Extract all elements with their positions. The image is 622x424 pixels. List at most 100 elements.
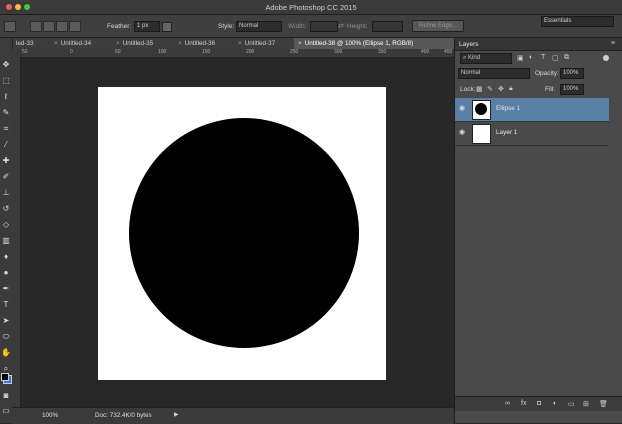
filter-toggle-icon[interactable]	[603, 55, 609, 61]
layers-panel: Layers ≡ ⌕ Kind ▣ ◐ T ▢ ⧉ Normal Opacity…	[454, 38, 622, 423]
lock-transparent-icon[interactable]: ▦	[476, 85, 483, 93]
ruler-tick: 50	[22, 49, 28, 55]
lock-all-icon[interactable]: 🔒︎	[509, 85, 513, 93]
blend-mode-select[interactable]: Normal	[458, 68, 530, 79]
tab-untitled-35[interactable]: × Untitled-35	[112, 38, 177, 49]
adjustment-layer-icon[interactable]: ◐	[553, 400, 557, 407]
height-input[interactable]	[372, 21, 403, 32]
type-tool-icon[interactable]: T	[1, 300, 11, 310]
brush-tool-icon[interactable]: ✐	[1, 172, 11, 182]
marquee-tool-preset-icon[interactable]	[4, 21, 16, 32]
pen-tool-icon[interactable]: ✒	[1, 284, 11, 294]
add-mask-icon[interactable]: ◘	[537, 400, 541, 407]
layer-row-ellipse-1[interactable]: ◉ Ellipse 1	[455, 98, 609, 122]
document-tabs: led-33 × Untitled-34 × Untitled-35 × Untitl…	[12, 38, 459, 49]
status-menu-arrow-icon[interactable]: ▶	[174, 411, 179, 418]
layers-panel-footer: ∞ fx ◘ ◐ ▭ ⊞ 🗑︎	[455, 396, 622, 411]
path-selection-tool-icon[interactable]: ➤	[1, 316, 11, 326]
link-layers-icon[interactable]: ∞	[505, 400, 510, 407]
tab-untitled-34[interactable]: × Untitled-34	[50, 38, 115, 49]
tab-close-icon[interactable]: ×	[54, 40, 58, 47]
delete-layer-icon[interactable]: 🗑︎	[599, 400, 608, 408]
dodge-tool-icon[interactable]: ●	[1, 268, 11, 278]
width-input[interactable]	[310, 21, 338, 32]
window-title: Adobe Photoshop CC 2015	[265, 3, 357, 12]
fill-input[interactable]: 100%	[560, 84, 584, 95]
layer-name[interactable]: Ellipse 1	[496, 105, 520, 112]
healing-brush-tool-icon[interactable]: ✚	[1, 156, 11, 166]
tab-close-icon[interactable]: ×	[238, 40, 242, 47]
subtract-selection-icon[interactable]	[56, 21, 68, 32]
layer-row-layer-1[interactable]: ◉ Layer 1	[455, 122, 609, 146]
filter-adjustment-icon[interactable]: ◐	[529, 54, 533, 61]
zoom-level[interactable]: 100%	[42, 412, 58, 419]
fill-label: Fill:	[545, 86, 556, 93]
lasso-tool-icon[interactable]: ℓ	[1, 92, 11, 102]
workspace-select[interactable]: Essentials	[541, 16, 614, 27]
anti-alias-checkbox[interactable]	[162, 22, 172, 32]
ruler-tick: 50	[115, 49, 121, 55]
options-bar: Feather: 1 px Style: Normal Width: ⇄ Hei…	[0, 15, 622, 38]
feather-label: Feather:	[107, 23, 132, 30]
tab-close-icon[interactable]: ×	[116, 40, 120, 47]
tab-close-icon[interactable]: ×	[178, 40, 182, 47]
ruler-tick: 0	[70, 49, 73, 55]
new-group-icon[interactable]: ▭	[568, 400, 575, 408]
rectangular-marquee-tool-icon[interactable]: ⬚	[1, 76, 11, 86]
crop-tool-icon[interactable]: ⌗	[1, 124, 11, 134]
feather-input[interactable]: 1 px	[134, 21, 160, 32]
quick-mask-icon[interactable]: ◙	[1, 391, 11, 401]
layer-filter-row: ⌕ Kind ▣ ◐ T ▢ ⧉	[455, 53, 622, 65]
style-select[interactable]: Normal	[236, 21, 282, 32]
ruler-tick: 250	[290, 49, 299, 55]
panel-menu-icon[interactable]: ≡	[611, 40, 615, 47]
filter-pixel-icon[interactable]: ▣	[517, 54, 524, 62]
document-canvas[interactable]	[98, 87, 386, 380]
clone-stamp-tool-icon[interactable]: ⊥	[1, 188, 11, 198]
visibility-eye-icon[interactable]: ◉	[459, 129, 467, 136]
layer-filter-select[interactable]: ⌕ Kind	[460, 53, 512, 64]
intersect-selection-icon[interactable]	[69, 21, 81, 32]
add-to-selection-icon[interactable]	[43, 21, 55, 32]
filter-smart-object-icon[interactable]: ⧉	[564, 54, 569, 62]
lock-position-icon[interactable]: ✥	[498, 85, 504, 93]
lock-label: Lock:	[460, 86, 476, 93]
layer-style-icon[interactable]: fx	[521, 400, 526, 407]
new-layer-icon[interactable]: ⊞	[583, 400, 589, 408]
ruler-tick: 450	[444, 49, 453, 55]
eraser-tool-icon[interactable]: ◇	[1, 220, 11, 230]
ruler-tick: 150	[202, 49, 211, 55]
visibility-eye-icon[interactable]: ◉	[459, 105, 467, 112]
tab-label: Untitled-38 @ 100% (Ellipse 1, RGB/8)	[304, 40, 414, 47]
tab-close-icon[interactable]: ×	[298, 40, 302, 47]
hand-tool-icon[interactable]: ✋	[1, 348, 11, 358]
swap-dimensions-icon[interactable]: ⇄	[338, 22, 344, 30]
filter-kind-label: Kind	[468, 55, 481, 61]
layers-panel-title[interactable]: Layers	[459, 41, 479, 48]
refine-edge-button[interactable]: Refine Edge...	[412, 20, 464, 32]
history-brush-tool-icon[interactable]: ↺	[1, 204, 11, 214]
blend-row: Normal Opacity: 100%	[455, 68, 622, 80]
filter-shape-icon[interactable]: ▢	[552, 54, 559, 62]
ruler-tick: 400	[421, 49, 430, 55]
tab-untitled-33[interactable]: led-33	[12, 38, 53, 49]
screen-mode-icon[interactable]: ▭	[1, 406, 11, 416]
ellipse-shape[interactable]	[129, 118, 359, 348]
canvas-artwork	[129, 118, 359, 348]
blur-tool-icon[interactable]: ♦	[1, 252, 11, 262]
lock-image-icon[interactable]: ✎	[487, 85, 493, 93]
filter-type-icon[interactable]: T	[541, 54, 545, 61]
move-tool-icon[interactable]: ✥	[1, 60, 11, 70]
quick-selection-tool-icon[interactable]: ✎	[1, 108, 11, 118]
tab-untitled-36[interactable]: × Untitled-36	[174, 38, 237, 49]
eyedropper-tool-icon[interactable]: ⁄	[1, 140, 11, 150]
opacity-input[interactable]: 100%	[560, 68, 584, 79]
new-selection-icon[interactable]	[30, 21, 42, 32]
layer-name[interactable]: Layer 1	[496, 129, 517, 136]
tab-untitled-37[interactable]: × Untitled-37	[234, 38, 297, 49]
tab-untitled-38[interactable]: × Untitled-38 @ 100% (Ellipse 1, RGB/8)	[294, 38, 459, 49]
tab-label: Untitled-37	[244, 40, 276, 47]
ellipse-tool-icon[interactable]: ⬭	[1, 332, 11, 342]
background-color-swatch[interactable]	[1, 373, 9, 381]
gradient-tool-icon[interactable]: ▥	[1, 236, 11, 246]
